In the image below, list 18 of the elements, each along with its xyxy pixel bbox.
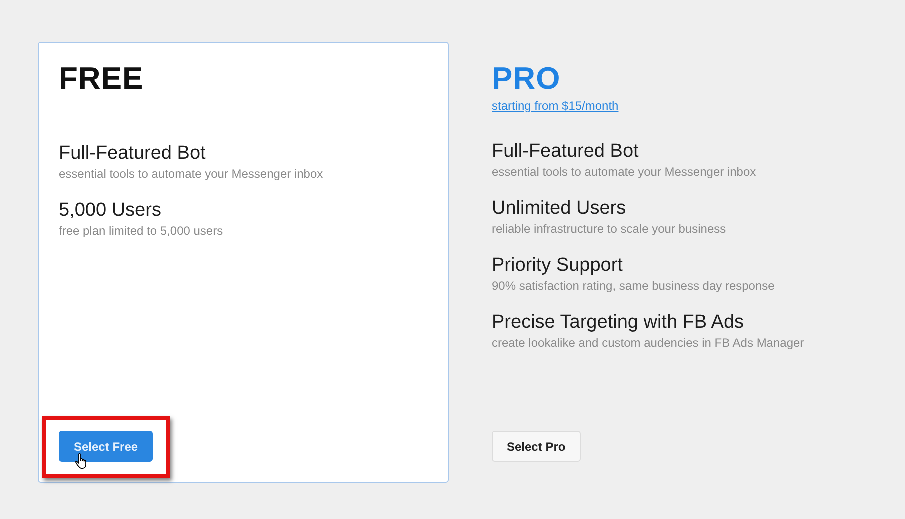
feature-description: essential tools to automate your Messenger inbox: [59, 166, 324, 182]
feature-title: 5,000 Users: [59, 199, 162, 223]
hand-cursor-icon: [75, 453, 89, 469]
select-plan-button[interactable]: Select Pro: [492, 431, 581, 462]
feature-description: reliable infrastructure to scale your business: [492, 221, 726, 237]
plan-name: FREE: [59, 61, 144, 97]
feature-title: Unlimited Users: [492, 197, 626, 221]
feature-title: Full-Featured Bot: [59, 142, 206, 166]
feature-description: free plan limited to 5,000 users: [59, 223, 224, 239]
feature-title: Precise Targeting with FB Ads: [492, 311, 744, 335]
select-plan-button[interactable]: Select Free: [59, 431, 154, 462]
price-link[interactable]: starting from $15/month: [492, 99, 619, 113]
feature-description: essential tools to automate your Messenger inbox: [492, 164, 756, 180]
feature-title: Priority Support: [492, 254, 623, 278]
feature-description: create lookalike and custom audencies in FB Ads Manager: [492, 335, 804, 351]
feature-title: Full-Featured Bot: [492, 140, 639, 164]
feature-description: 90% satisfaction rating, same business day response: [492, 278, 775, 294]
plan-name: PRO: [492, 61, 561, 97]
